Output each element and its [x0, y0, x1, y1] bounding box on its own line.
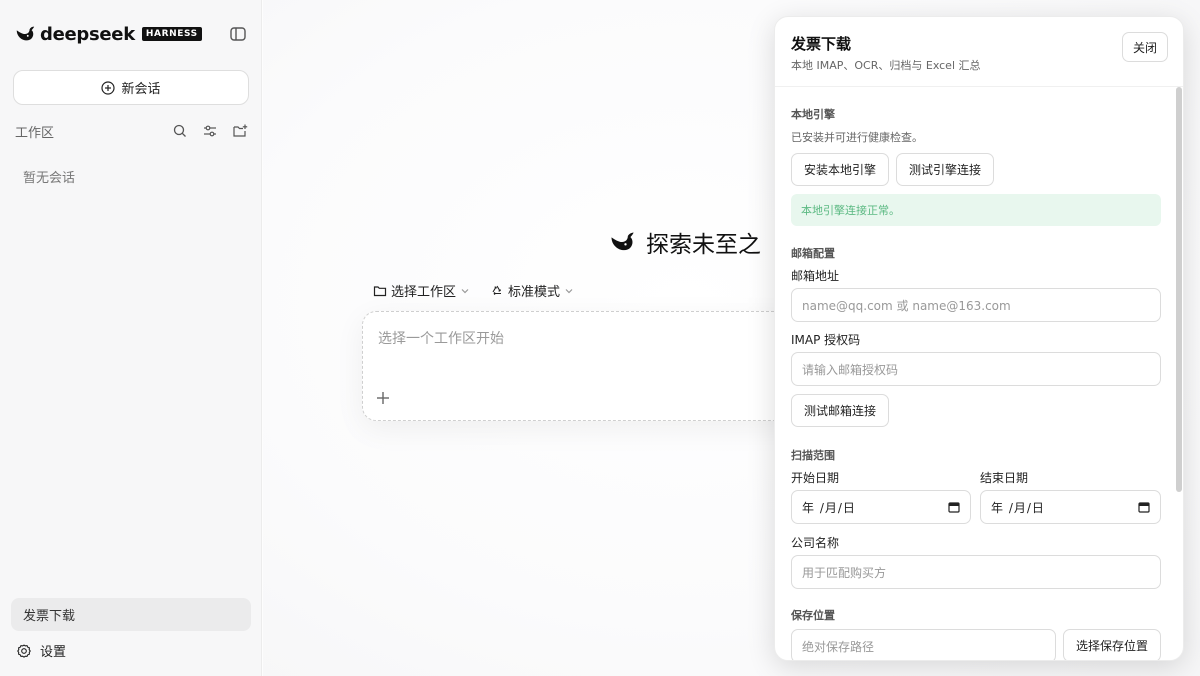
close-button[interactable]: 关闭 — [1122, 32, 1168, 62]
attach-plus-icon[interactable] — [374, 389, 392, 407]
mail-section-title: 邮箱配置 — [791, 247, 835, 260]
search-icon[interactable] — [172, 123, 188, 139]
new-chat-label: 新会话 — [121, 82, 161, 97]
workspace-label: 工作区 — [15, 125, 55, 141]
calendar-icon[interactable] — [1138, 501, 1150, 513]
gear-icon — [17, 643, 31, 658]
composer-options: 选择工作区 标准模式 — [373, 281, 594, 300]
chevron-down-icon — [461, 288, 469, 293]
company-name-field[interactable]: 用于匹配购买方 — [791, 555, 1161, 589]
workspace-select-label: 选择工作区 — [391, 285, 457, 300]
scan-section-title: 扫描范围 — [791, 449, 835, 462]
end-date-label: 结束日期 — [980, 471, 1029, 485]
new-chat-button[interactable]: 新会话 — [13, 70, 249, 105]
workspace-header: 工作区 — [15, 121, 248, 141]
brand-badge: HARNESS — [141, 27, 202, 41]
panel-title: 发票下载 — [791, 35, 852, 53]
sidebar: deepseek HARNESS 新会话 工作区 暂无会话 发票下载 设置 — [0, 0, 262, 676]
mode-select-label: 标准模式 — [508, 285, 561, 300]
start-date-field[interactable]: 年 /月/日 — [791, 490, 971, 524]
panel-subtitle: 本地 IMAP、OCR、归档与 Excel 汇总 — [791, 59, 981, 72]
engine-status-message: 本地引擎连接正常。 — [791, 194, 1161, 226]
recycle-mode-icon — [492, 285, 502, 295]
test-engine-button[interactable]: 测试引擎连接 — [896, 153, 994, 186]
email-address-field[interactable]: name@qq.com 或 name@163.com — [791, 288, 1161, 322]
start-date-label: 开始日期 — [791, 471, 840, 485]
imap-auth-label: IMAP 授权码 — [791, 333, 861, 347]
save-section-title: 保存位置 — [791, 609, 835, 622]
engine-hint: 已安装并可进行健康检查。 — [791, 131, 923, 144]
end-date-field[interactable]: 年 /月/日 — [980, 490, 1161, 524]
chevron-down-icon — [565, 288, 573, 293]
workspace-select[interactable]: 选择工作区 — [373, 281, 470, 300]
test-mail-button[interactable]: 测试邮箱连接 — [791, 394, 889, 427]
folder-icon — [373, 285, 387, 296]
brand[interactable]: deepseek HARNESS — [14, 22, 202, 46]
hero-heading: 探索未至之 — [606, 225, 761, 259]
plus-circle-icon — [101, 80, 116, 95]
new-folder-icon[interactable] — [232, 123, 248, 139]
whale-logo-icon — [16, 26, 35, 41]
end-date-placeholder: 年 /月/日 — [991, 500, 1045, 515]
engine-section-title: 本地引擎 — [791, 108, 835, 121]
settings-button[interactable]: 设置 — [16, 641, 66, 660]
sidebar-toggle-icon[interactable] — [229, 25, 247, 43]
brand-name: deepseek — [40, 23, 135, 45]
hero-text: 探索未至之 — [646, 232, 761, 258]
calendar-icon[interactable] — [948, 501, 960, 513]
empty-sessions-note: 暂无会话 — [23, 171, 76, 186]
email-address-label: 邮箱地址 — [791, 269, 840, 283]
filter-sliders-icon[interactable] — [202, 123, 218, 139]
install-engine-button[interactable]: 安装本地引擎 — [791, 153, 889, 186]
panel-header: 发票下载 本地 IMAP、OCR、归档与 Excel 汇总 关闭 — [775, 17, 1183, 87]
sidebar-item-invoice-download[interactable]: 发票下载 — [11, 598, 251, 631]
panel-scrollbar[interactable] — [1176, 87, 1182, 492]
mode-select[interactable]: 标准模式 — [490, 281, 574, 300]
choose-save-location-button[interactable]: 选择保存位置 — [1063, 629, 1161, 660]
invoice-download-panel: 发票下载 本地 IMAP、OCR、归档与 Excel 汇总 关闭 本地引擎 已安… — [774, 16, 1184, 661]
company-name-label: 公司名称 — [791, 536, 840, 550]
composer-placeholder: 选择一个工作区开始 — [378, 331, 504, 347]
settings-label: 设置 — [40, 645, 67, 660]
imap-auth-field[interactable]: 请输入邮箱授权码 — [791, 352, 1161, 386]
message-composer[interactable]: 选择一个工作区开始 — [362, 311, 802, 421]
whale-logo-icon — [611, 232, 634, 251]
start-date-placeholder: 年 /月/日 — [802, 500, 856, 515]
save-path-field[interactable]: 绝对保存路径 — [791, 629, 1056, 660]
